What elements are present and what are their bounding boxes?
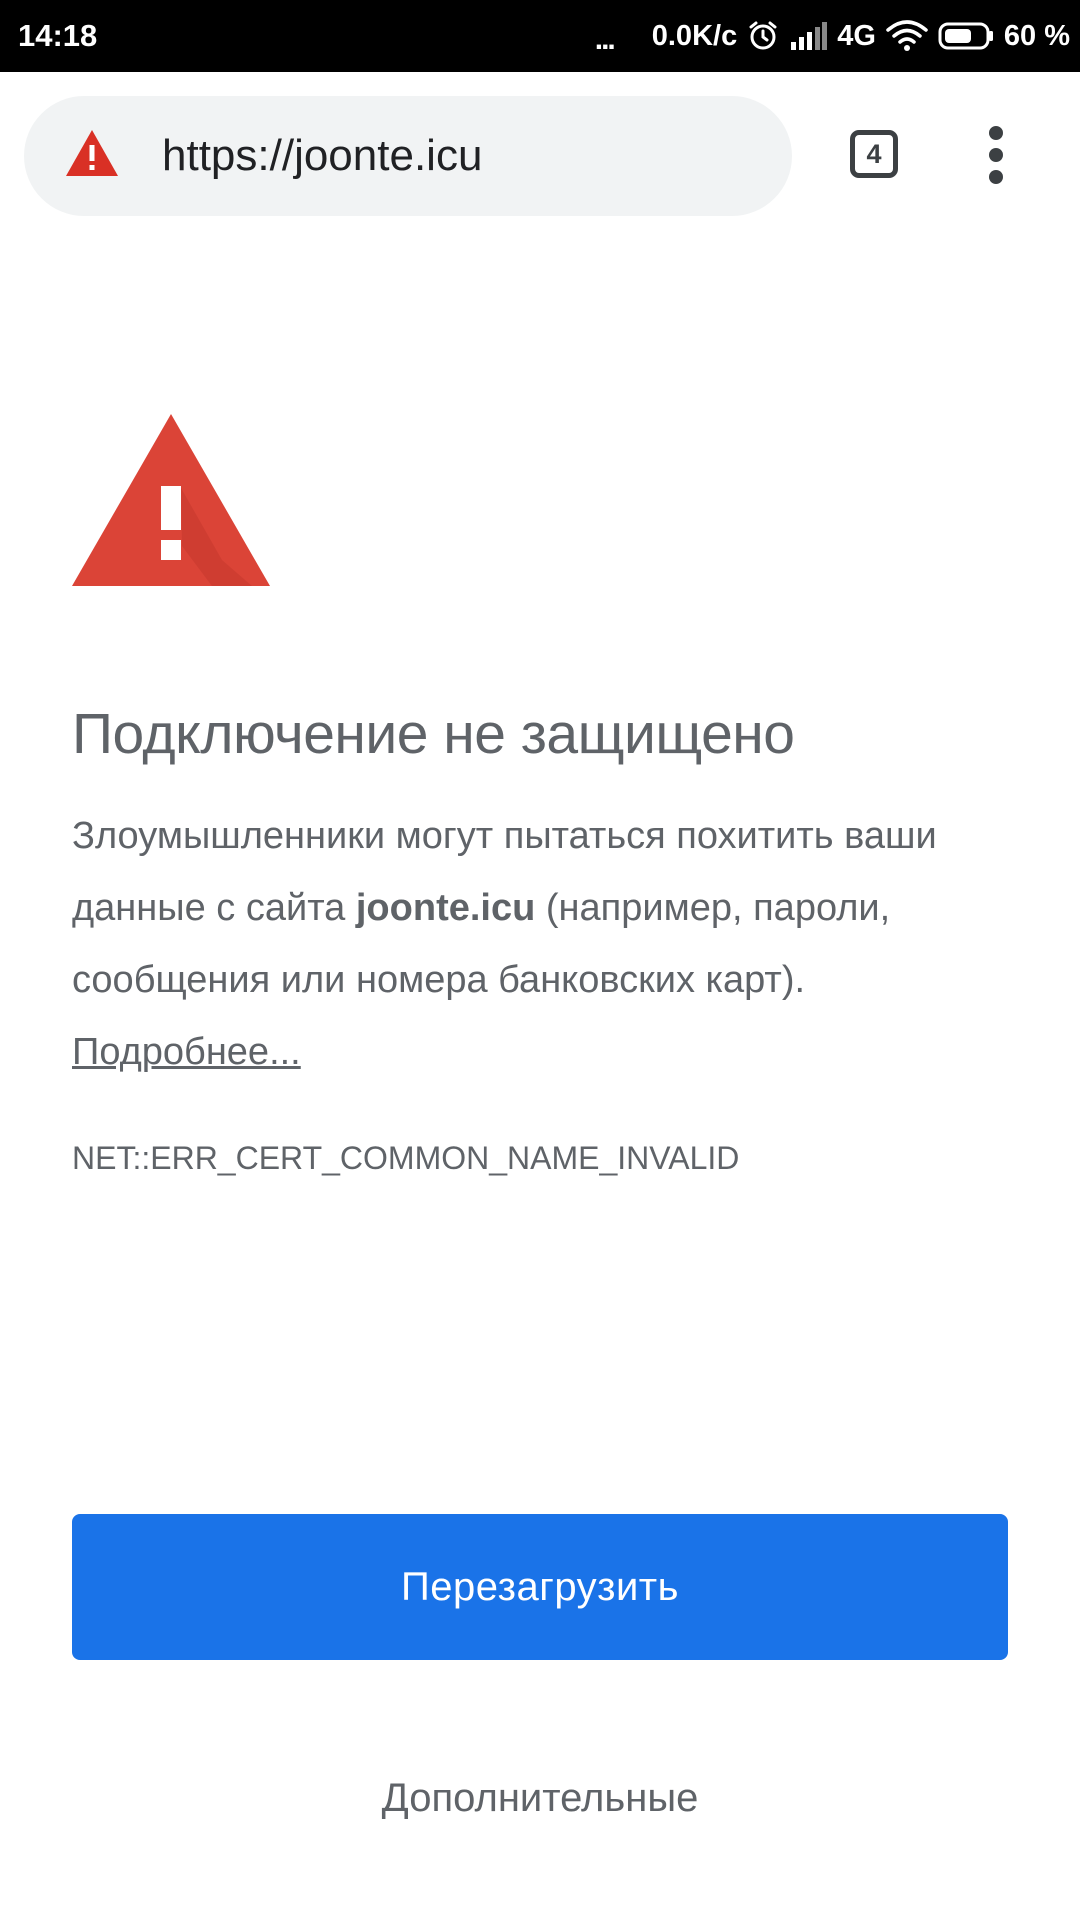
learn-more-link[interactable]: Подробнее...	[72, 1031, 301, 1073]
status-indicators: ... 0.0K/c 4G 60 %	[595, 0, 1070, 72]
more-vert-icon[interactable]	[976, 120, 1016, 190]
status-time: 14:18	[18, 18, 98, 53]
tab-switcher-button[interactable]: 4	[850, 130, 898, 178]
site-domain: joonte.icu	[355, 887, 536, 929]
more-notifications-indicator: ...	[594, 23, 616, 56]
explanation-paragraph: Злоумышленники могут пытаться похитить в…	[72, 800, 1012, 1088]
network-speed: 0.0K/c	[651, 19, 738, 52]
url-text[interactable]: https://joonte.icu	[162, 96, 482, 216]
page-title: Подключение не защищено	[72, 702, 795, 766]
alarm-icon	[747, 20, 779, 52]
status-bar: 14:18 ... 0.0K/c 4G 60 %	[0, 0, 1080, 72]
advanced-details-button[interactable]: Дополнительные	[0, 1768, 1080, 1828]
battery-percent: 60 %	[1003, 19, 1070, 52]
error-code: NET::ERR_CERT_COMMON_NAME_INVALID	[72, 1140, 740, 1176]
warning-triangle-icon	[72, 414, 270, 586]
cellular-signal-icon	[789, 22, 828, 50]
wifi-icon	[886, 20, 928, 52]
browser-toolbar: https://joonte.icu 4	[0, 72, 1080, 240]
battery-icon	[938, 22, 994, 50]
omnibox[interactable]: https://joonte.icu	[24, 96, 792, 216]
not-secure-warning-icon[interactable]	[64, 128, 120, 178]
reload-button[interactable]: Перезагрузить	[72, 1514, 1008, 1660]
network-type: 4G	[837, 19, 876, 52]
